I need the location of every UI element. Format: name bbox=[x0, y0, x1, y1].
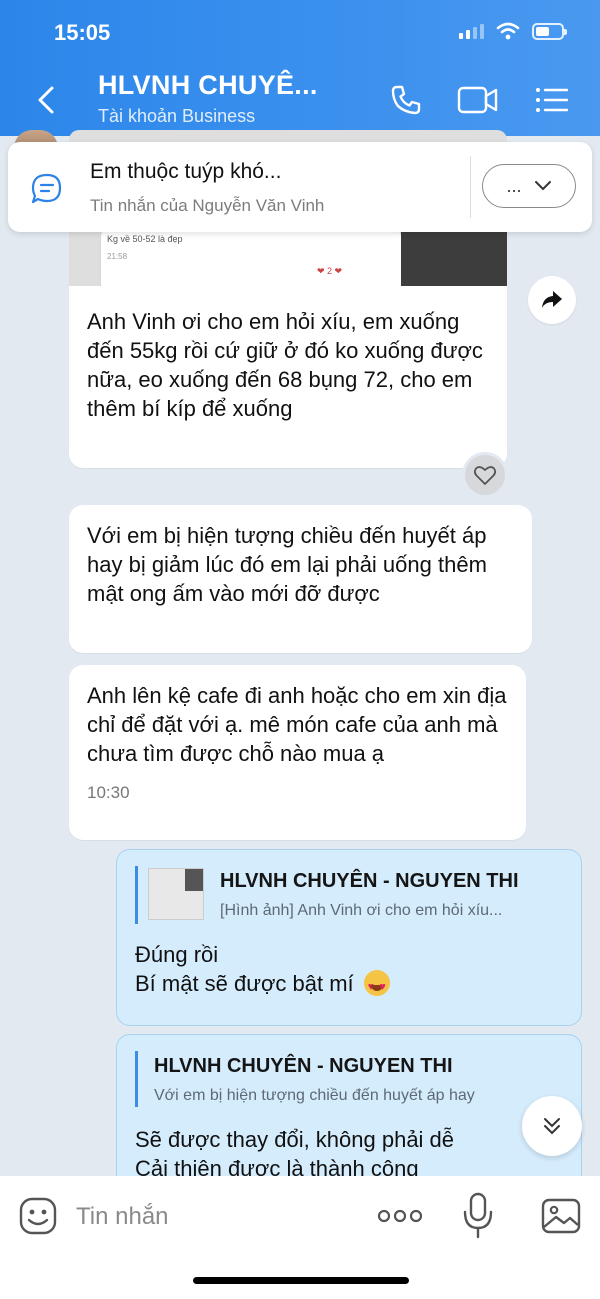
forward-button[interactable] bbox=[528, 276, 576, 324]
quoted-image-thumbnail bbox=[148, 868, 204, 920]
video-call-button[interactable] bbox=[456, 80, 500, 120]
reply-line-with-emoji: Bí mật sẽ được bật mí bbox=[135, 969, 390, 1002]
message-input[interactable] bbox=[76, 1198, 356, 1236]
reply-message-bubble[interactable]: HLVNH CHUYÊN - NGUYEN THI Với em bị hiện… bbox=[116, 1034, 582, 1194]
pinned-title: Em thuộc tuýp khó... bbox=[90, 160, 282, 183]
message-time: 10:30 bbox=[87, 783, 130, 802]
double-chevron-down-icon bbox=[544, 1118, 560, 1135]
send-image-button[interactable] bbox=[540, 1196, 582, 1236]
reply-line: Đúng rồi bbox=[135, 942, 219, 967]
image-gallery-icon bbox=[541, 1198, 581, 1234]
scroll-to-bottom-button[interactable] bbox=[522, 1096, 582, 1156]
reaction-button[interactable] bbox=[462, 452, 508, 498]
wifi-icon bbox=[496, 22, 520, 40]
quoted-sender: HLVNH CHUYÊN - NGUYEN THI bbox=[220, 870, 519, 892]
quoted-message[interactable]: HLVNH CHUYÊN - NGUYEN THI [Hình ảnh] Anh… bbox=[135, 866, 565, 924]
image-content: Kg về 50-52 là đẹp 21:58 ❤ 2 ❤ bbox=[101, 230, 401, 286]
image-hearts: ❤ 2 ❤ bbox=[317, 266, 343, 276]
battery-icon bbox=[532, 22, 567, 40]
voice-message-button[interactable] bbox=[460, 1190, 496, 1242]
more-dots-icon bbox=[377, 1209, 423, 1223]
quoted-sender: HLVNH CHUYÊN - NGUYEN THI bbox=[154, 1055, 453, 1077]
image-time: 21:58 bbox=[107, 252, 128, 261]
chat-bubble-icon bbox=[31, 173, 62, 204]
heart-icon bbox=[473, 466, 497, 485]
chat-header: 15:05 HLVNH CHUYÊ... Tài khoản Business bbox=[0, 0, 600, 136]
status-icons bbox=[459, 22, 567, 40]
pinned-more-button[interactable]: ... bbox=[482, 164, 576, 208]
message-bubble[interactable]: Với em bị hiện tượng chiều đến huyết áp … bbox=[69, 505, 532, 653]
video-icon bbox=[457, 86, 498, 114]
quoted-text: Với em bị hiện tượng chiều đến huyết áp … bbox=[154, 1087, 475, 1104]
chevron-down-icon bbox=[534, 181, 551, 191]
message-text: Anh lên kệ cafe đi anh hoặc cho em xin đ… bbox=[87, 683, 507, 766]
phone-icon bbox=[391, 85, 421, 115]
message-bubble[interactable]: Anh Vinh ơi cho em hỏi xíu, em xuống đến… bbox=[69, 286, 507, 468]
reply-line: Sẽ được thay đổi, không phải dễ bbox=[135, 1127, 455, 1152]
reply-line: Bí mật sẽ được bật mí bbox=[135, 971, 354, 996]
reply-message-bubble[interactable]: HLVNH CHUYÊN - NGUYEN THI [Hình ảnh] Anh… bbox=[116, 849, 582, 1026]
pinned-divider bbox=[470, 156, 471, 218]
microphone-icon bbox=[463, 1192, 493, 1239]
chat-subtitle: Tài khoản Business bbox=[98, 106, 256, 126]
share-arrow-icon bbox=[542, 291, 562, 308]
home-indicator bbox=[193, 1277, 409, 1284]
back-icon bbox=[38, 86, 54, 114]
message-bubble[interactable]: Anh lên kệ cafe đi anh hoặc cho em xin đ… bbox=[69, 665, 526, 840]
pinned-message-bar[interactable]: Em thuộc tuýp khó... Tin nhắn của Nguyễn… bbox=[8, 142, 592, 232]
quoted-message[interactable]: HLVNH CHUYÊN - NGUYEN THI Với em bị hiện… bbox=[135, 1051, 565, 1107]
pinned-subtitle: Tin nhắn của Nguyễn Văn Vinh bbox=[90, 196, 325, 215]
status-time: 15:05 bbox=[54, 20, 111, 45]
more-options-button[interactable] bbox=[376, 1202, 424, 1230]
call-button[interactable] bbox=[384, 80, 428, 120]
message-text: Với em bị hiện tượng chiều đến huyết áp … bbox=[87, 523, 487, 606]
image-text: Kg về 50-52 là đẹp bbox=[107, 234, 183, 244]
message-composer bbox=[0, 1176, 600, 1299]
chat-menu-button[interactable] bbox=[530, 80, 574, 120]
message-text: Anh Vinh ơi cho em hỏi xíu, em xuống đến… bbox=[87, 309, 483, 421]
quoted-text: [Hình ảnh] Anh Vinh ơi cho em hỏi xíu... bbox=[220, 902, 503, 919]
sticker-button[interactable] bbox=[18, 1196, 58, 1236]
more-label: ... bbox=[506, 175, 522, 196]
chat-title[interactable]: HLVNH CHUYÊ... bbox=[98, 70, 318, 101]
smiley-sticker-icon bbox=[19, 1197, 57, 1235]
signal-icon bbox=[459, 23, 484, 39]
heart-eyes-emoji-icon bbox=[363, 970, 390, 1002]
back-button[interactable] bbox=[30, 82, 66, 118]
menu-list-icon bbox=[536, 88, 569, 112]
